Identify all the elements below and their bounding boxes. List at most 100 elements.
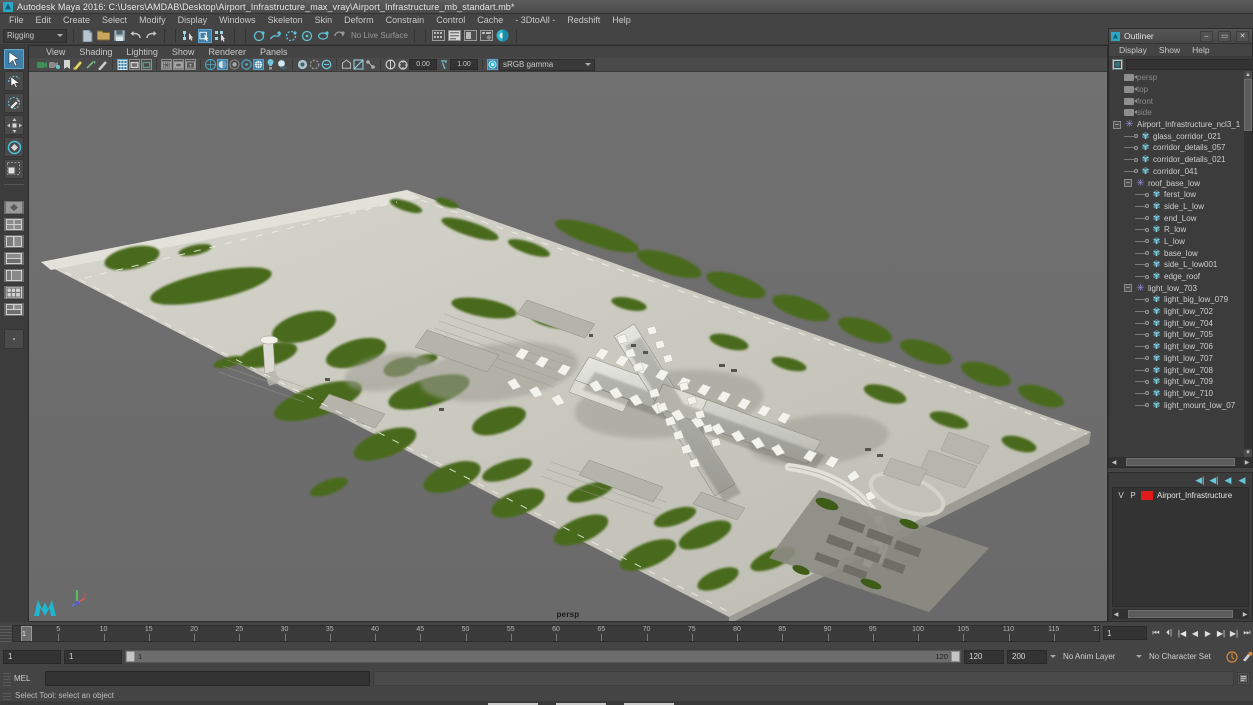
layer-color-swatch[interactable] bbox=[1141, 490, 1153, 500]
viewport-menu-view[interactable]: View bbox=[39, 46, 72, 58]
show-hide-attribute-icon[interactable] bbox=[448, 29, 462, 43]
new-scene-icon[interactable] bbox=[80, 29, 94, 43]
menu-help[interactable]: Help bbox=[606, 14, 637, 27]
smooth-shade-all-icon[interactable] bbox=[217, 59, 228, 70]
viewport-menu-renderer[interactable]: Renderer bbox=[201, 46, 253, 58]
outliner-tree[interactable]: ▲ ▼ persp top front side – ✳ Airport_Infrastru… bbox=[1109, 71, 1252, 457]
range-end-field[interactable]: 120 bbox=[964, 649, 1004, 664]
animation-start-field[interactable]: 1 bbox=[3, 649, 61, 664]
outliner-menu-display[interactable]: Display bbox=[1113, 44, 1153, 57]
menu-windows[interactable]: Windows bbox=[213, 14, 262, 27]
auto-keyframe-icon[interactable] bbox=[1226, 650, 1238, 663]
outliner-menu-help[interactable]: Help bbox=[1186, 44, 1215, 57]
current-frame-field[interactable]: 1 bbox=[1103, 626, 1147, 640]
outliner-horizontal-scrollbar[interactable]: ◀ ▶ bbox=[1109, 457, 1252, 467]
new-layer-from-selected-icon[interactable]: ◀| bbox=[1209, 475, 1219, 485]
undo-icon[interactable] bbox=[128, 29, 142, 43]
outliner-row[interactable]: front bbox=[1109, 95, 1252, 107]
scroll-thumb[interactable] bbox=[1128, 610, 1233, 618]
menu-constrain[interactable]: Constrain bbox=[380, 14, 431, 27]
menu-display[interactable]: Display bbox=[172, 14, 214, 27]
select-camera-icon[interactable] bbox=[37, 59, 48, 70]
menu-create[interactable]: Create bbox=[57, 14, 96, 27]
grid-toggle-icon[interactable] bbox=[117, 59, 128, 70]
outliner-row[interactable]: persp bbox=[1109, 72, 1252, 84]
outliner-row[interactable]: ✾ light_big_low_079 bbox=[1109, 294, 1252, 306]
layer-playback-toggle[interactable]: P bbox=[1129, 491, 1137, 500]
outliner-row[interactable]: top bbox=[1109, 84, 1252, 96]
outliner-row[interactable]: ✾ L_low bbox=[1109, 236, 1252, 248]
scroll-down-icon[interactable]: ▼ bbox=[1244, 449, 1252, 457]
snap-to-point-icon[interactable] bbox=[284, 29, 298, 43]
menu-control[interactable]: Control bbox=[430, 14, 471, 27]
show-hide-editor-icon[interactable] bbox=[432, 29, 446, 43]
menu-redshift[interactable]: Redshift bbox=[561, 14, 606, 27]
outliner-row[interactable]: ✾ light_low_705 bbox=[1109, 329, 1252, 341]
field-chart-icon[interactable] bbox=[161, 59, 172, 70]
step-forward-frame-icon[interactable]: ▶| bbox=[1215, 626, 1227, 640]
film-gate-icon[interactable] bbox=[129, 59, 140, 70]
wireframe-icon[interactable] bbox=[205, 59, 216, 70]
character-set-dropdown[interactable]: No Character Set bbox=[1145, 649, 1223, 664]
drag-handle[interactable] bbox=[0, 624, 12, 642]
outliner-row[interactable]: ✾ base_low bbox=[1109, 247, 1252, 259]
menuset-dropdown[interactable]: Rigging bbox=[3, 28, 67, 43]
expander-collapse-icon[interactable]: – bbox=[1124, 284, 1132, 293]
command-input[interactable] bbox=[45, 671, 370, 686]
range-start-handle[interactable] bbox=[126, 651, 135, 662]
multisample-icon[interactable] bbox=[321, 59, 332, 70]
gamma-icon[interactable] bbox=[438, 59, 449, 70]
screen-space-ao-icon[interactable] bbox=[297, 59, 308, 70]
expander-collapse-icon[interactable]: – bbox=[1124, 179, 1132, 188]
menu-3dtoall[interactable]: - 3DtoAll - bbox=[509, 14, 561, 27]
outliner-row[interactable]: ✾ light_low_708 bbox=[1109, 364, 1252, 376]
outliner-row[interactable]: ✾ light_low_704 bbox=[1109, 317, 1252, 329]
range-start-field[interactable]: 1 bbox=[64, 649, 122, 664]
outliner-row[interactable]: side bbox=[1109, 107, 1252, 119]
menu-cache[interactable]: Cache bbox=[471, 14, 509, 27]
snap-to-view-plane-icon[interactable] bbox=[316, 29, 330, 43]
resolution-gate-icon[interactable] bbox=[141, 59, 152, 70]
scroll-left-icon[interactable]: ◀ bbox=[1112, 610, 1120, 618]
exposure-icon[interactable] bbox=[397, 59, 408, 70]
paint-select-tool-button[interactable] bbox=[4, 93, 24, 113]
outliner-row[interactable]: ✾ light_low_707 bbox=[1109, 353, 1252, 365]
menu-select[interactable]: Select bbox=[96, 14, 133, 27]
menu-deform[interactable]: Deform bbox=[338, 14, 380, 27]
gamma-value[interactable]: 1.00 bbox=[450, 59, 478, 70]
layer-horizontal-scrollbar[interactable]: ◀ ▶ bbox=[1112, 609, 1249, 619]
flat-shade-icon[interactable] bbox=[241, 59, 252, 70]
render-view-icon[interactable] bbox=[496, 29, 510, 43]
select-by-component-icon[interactable] bbox=[214, 29, 228, 43]
lasso-select-tool-button[interactable] bbox=[4, 71, 24, 91]
isolate-select-icon[interactable] bbox=[341, 59, 352, 70]
animation-preferences-icon[interactable] bbox=[1241, 651, 1253, 663]
outliner-row[interactable]: ✾ corridor_details_057 bbox=[1109, 142, 1252, 154]
outliner-row[interactable]: ✾ light_mount_low_07 bbox=[1109, 399, 1252, 411]
outliner-row[interactable]: ✾ R_low bbox=[1109, 224, 1252, 236]
animation-end-field[interactable]: 200 bbox=[1007, 649, 1047, 664]
four-view-layout-button[interactable] bbox=[3, 217, 25, 232]
xray-joints-icon[interactable] bbox=[365, 59, 376, 70]
outliner-row[interactable]: ✾ corridor_details_021 bbox=[1109, 154, 1252, 166]
menu-file[interactable]: File bbox=[3, 14, 30, 27]
outliner-row[interactable]: – ✳ light_low_703 bbox=[1109, 282, 1252, 294]
outliner-row[interactable]: ✾ light_low_702 bbox=[1109, 306, 1252, 318]
outliner-row[interactable]: – ✳ Airport_Infrastructure_ncl3_1 bbox=[1109, 119, 1252, 131]
viewport-menu-panels[interactable]: Panels bbox=[253, 46, 295, 58]
drag-handle[interactable] bbox=[3, 690, 11, 700]
make-live-icon[interactable] bbox=[332, 29, 346, 43]
lighting-icon[interactable] bbox=[265, 59, 276, 70]
show-hide-channel-icon[interactable] bbox=[480, 29, 494, 43]
image-plane-icon[interactable] bbox=[73, 59, 84, 70]
outliner-row[interactable]: – ✳ roof_base_low bbox=[1109, 177, 1252, 189]
textured-icon[interactable] bbox=[253, 59, 264, 70]
select-tool-button[interactable] bbox=[4, 49, 24, 69]
shadows-icon[interactable] bbox=[277, 59, 288, 70]
exposure-value[interactable]: 0.00 bbox=[409, 59, 437, 70]
menu-skeleton[interactable]: Skeleton bbox=[262, 14, 309, 27]
snap-to-curve-icon[interactable] bbox=[268, 29, 282, 43]
go-to-start-icon[interactable]: ⏮ bbox=[1150, 626, 1162, 640]
scroll-left-icon[interactable]: ◀ bbox=[1110, 458, 1118, 466]
maximize-button[interactable]: ▭ bbox=[1218, 30, 1231, 42]
